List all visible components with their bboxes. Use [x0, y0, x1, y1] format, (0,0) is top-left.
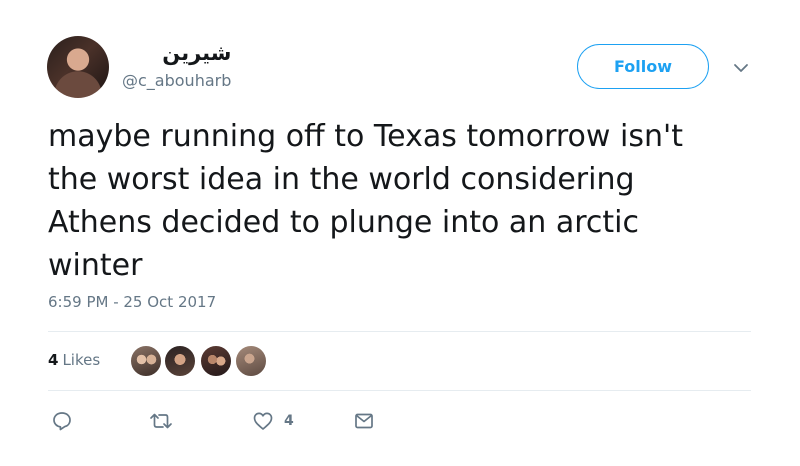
tweet-text: maybe running off to Texas tomorrow isn'… — [48, 115, 748, 287]
retweet-button[interactable] — [148, 410, 174, 432]
chevron-down-icon[interactable] — [732, 60, 750, 74]
tweet-timestamp[interactable]: 6:59 PM - 25 Oct 2017 — [48, 293, 216, 311]
like-button[interactable]: 4 — [252, 410, 294, 432]
user-info: شيرين @c_abouharb — [122, 40, 231, 92]
retweet-icon — [148, 410, 174, 432]
likes-count: 4 — [48, 351, 59, 369]
tweet-text-line: winter — [48, 248, 143, 283]
liker-avatar[interactable] — [234, 344, 268, 378]
direct-message-button[interactable] — [353, 410, 375, 432]
tweet-text-line: the worst idea in the world considering — [48, 162, 635, 197]
tweet-text-line: Athens decided to plunge into an arctic — [48, 205, 639, 240]
reply-button[interactable] — [51, 410, 73, 432]
tweet-text-line: maybe running off to Texas tomorrow isn'… — [48, 119, 683, 154]
likes-summary[interactable]: 4 Likes — [48, 351, 100, 369]
divider — [48, 390, 751, 391]
liker-avatar[interactable] — [199, 344, 233, 378]
heart-icon — [252, 410, 274, 432]
user-avatar[interactable] — [47, 36, 109, 98]
like-count: 4 — [284, 413, 294, 429]
liker-avatar[interactable] — [163, 344, 197, 378]
follow-button[interactable]: Follow — [577, 44, 709, 89]
display-name[interactable]: شيرين — [122, 40, 231, 66]
reply-icon — [51, 410, 73, 432]
user-handle[interactable]: @c_abouharb — [122, 70, 231, 92]
likes-label: Likes — [62, 351, 101, 369]
liker-avatar[interactable] — [129, 344, 163, 378]
divider — [48, 331, 751, 332]
message-icon — [353, 410, 375, 432]
